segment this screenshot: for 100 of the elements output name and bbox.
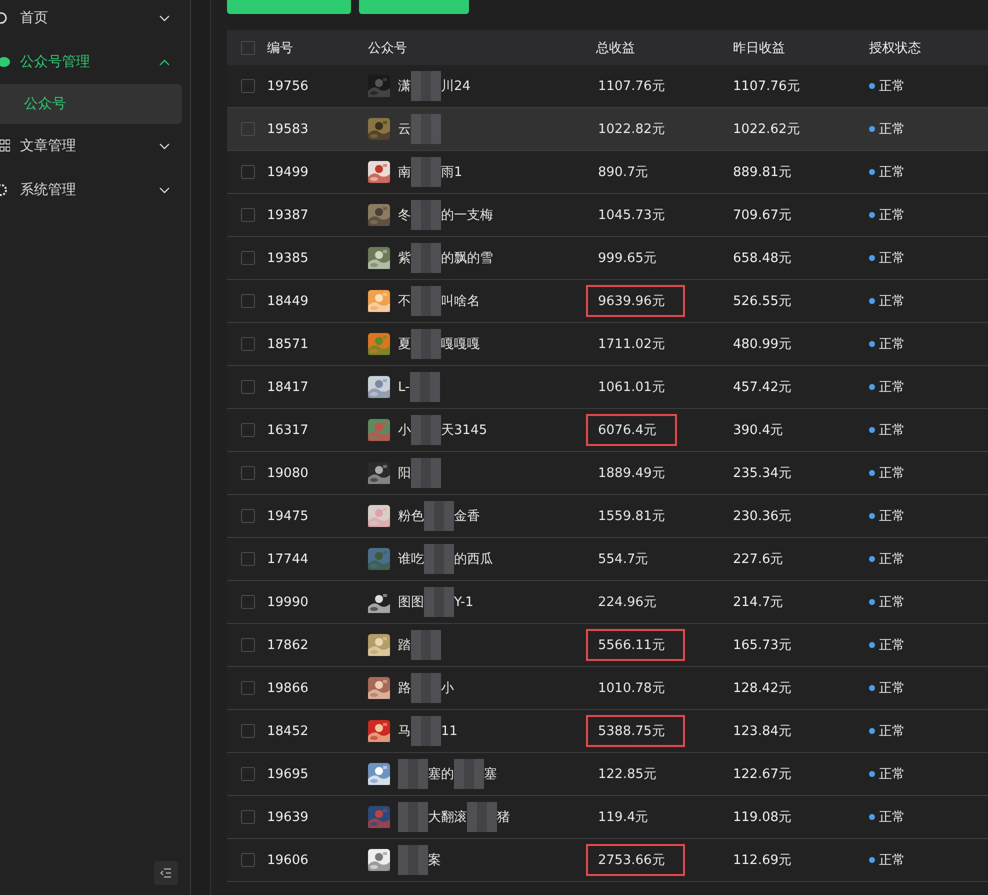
status-dot xyxy=(869,384,875,390)
settings-icon xyxy=(0,183,10,197)
account-name: 路 小 xyxy=(398,673,454,703)
row-checkbox[interactable] xyxy=(241,466,255,480)
status-dot xyxy=(869,513,875,519)
table-cell-text: 18449 xyxy=(267,294,310,308)
table-cell-text: 526.55元 xyxy=(733,293,792,310)
status-dot xyxy=(869,341,875,347)
row-checkbox[interactable] xyxy=(241,724,255,738)
table-cell-text: 19475 xyxy=(267,508,310,524)
status-dot xyxy=(869,642,875,648)
row-checkbox[interactable] xyxy=(241,208,255,222)
table-cell: 9639.96元 xyxy=(586,285,685,317)
row-checkbox[interactable] xyxy=(241,122,255,136)
status-dot xyxy=(869,83,875,89)
menu-item[interactable]: 首页 xyxy=(0,0,190,40)
submenu-item[interactable]: 公众号 xyxy=(0,84,182,124)
menu-item[interactable]: 文章管理 xyxy=(0,124,190,168)
collapse-button[interactable] xyxy=(154,861,178,885)
menu-item[interactable]: 公众号管理 xyxy=(0,40,190,84)
table-cell-text: 1711.02元 xyxy=(597,336,666,354)
chevron-icon xyxy=(159,186,170,194)
row-checkbox[interactable] xyxy=(241,509,255,523)
status-text: 正常 xyxy=(879,422,905,439)
table-cell-text: 227.6元 xyxy=(733,551,784,568)
account-name: 踏 xyxy=(398,630,441,660)
chevron-icon xyxy=(159,14,170,22)
account-name: 夏 嘎嘎嘎 xyxy=(398,329,480,359)
table-cell-text: 709.67元 xyxy=(733,207,792,224)
table-cell-text: 1010.78元 xyxy=(597,680,666,698)
table-cell-text: 122.85元 xyxy=(597,766,658,784)
row-checkbox[interactable] xyxy=(241,294,255,308)
account-name: 谁吃 的西瓜 xyxy=(398,544,493,574)
status-dot xyxy=(869,728,875,734)
row-checkbox[interactable] xyxy=(241,423,255,437)
table-cell-text: 19990 xyxy=(267,594,310,610)
status-dot xyxy=(869,212,875,218)
table-cell-text: 122.67元 xyxy=(733,766,792,783)
table-cell-text: 658.48元 xyxy=(733,250,792,267)
table-cell: 6076.4元 xyxy=(586,414,676,446)
status-text: 正常 xyxy=(879,164,905,181)
row-checkbox[interactable] xyxy=(241,251,255,265)
table-cell-text: 119.08元 xyxy=(733,809,792,826)
table-cell-text: 17744 xyxy=(267,552,310,566)
table-cell-text: 457.42元 xyxy=(733,379,792,396)
table-cell-text: 235.34元 xyxy=(733,465,792,482)
status-text: 正常 xyxy=(879,508,905,525)
table-cell-text: 1045.73元 xyxy=(597,207,666,225)
table-cell-text: 1022.82元 xyxy=(597,121,666,139)
status-text: 正常 xyxy=(879,121,905,138)
status-dot xyxy=(869,685,875,691)
table-cell-text: 1559.81元 xyxy=(597,508,666,526)
table-cell-text: 554.7元 xyxy=(597,551,650,569)
account-name: 粉色 金香 xyxy=(398,501,480,531)
table-cell-text: 230.36元 xyxy=(733,508,792,525)
status-dot xyxy=(869,169,875,175)
row-checkbox[interactable] xyxy=(241,853,255,867)
row-checkbox[interactable] xyxy=(241,767,255,781)
row-checkbox[interactable] xyxy=(241,380,255,394)
row-checkbox[interactable] xyxy=(241,79,255,93)
table-cell-text: 224.96元 xyxy=(597,594,658,612)
table-cell-text: 119.4元 xyxy=(597,809,650,827)
status-text: 正常 xyxy=(879,250,905,267)
account-name: 图图 Y-1 xyxy=(398,587,474,617)
status-text: 正常 xyxy=(879,293,905,310)
chevron-icon xyxy=(159,142,170,150)
row-checkbox[interactable] xyxy=(241,810,255,824)
menu-fold-icon xyxy=(160,868,172,878)
status-dot xyxy=(869,427,875,433)
row-checkbox[interactable] xyxy=(241,337,255,351)
table-cell: 5388.75元 xyxy=(586,715,685,747)
status-text: 正常 xyxy=(879,809,905,826)
account-name: 紫 的飘的雪 xyxy=(398,243,493,273)
menu-item[interactable]: 系统管理 xyxy=(0,168,190,212)
row-checkbox[interactable] xyxy=(241,552,255,566)
select-all-checkbox[interactable] xyxy=(241,40,255,54)
grid-icon xyxy=(0,139,10,153)
status-text: 正常 xyxy=(879,680,905,697)
row-checkbox[interactable] xyxy=(241,165,255,179)
status-dot xyxy=(869,255,875,261)
status-dot xyxy=(869,857,875,863)
row-checkbox[interactable] xyxy=(241,638,255,652)
status-dot xyxy=(869,470,875,476)
table-cell-text: 999.65元 xyxy=(597,250,658,268)
account-name: 不 叫啥名 xyxy=(398,286,480,316)
row-checkbox[interactable] xyxy=(241,681,255,695)
table-cell: 2753.66元 xyxy=(586,844,685,876)
account-name: 案 xyxy=(398,845,441,875)
status-text: 正常 xyxy=(879,336,905,353)
table-cell-text: 890.7元 xyxy=(597,164,650,182)
table-cell-text: 1061.01元 xyxy=(597,379,666,397)
status-text: 正常 xyxy=(879,551,905,568)
table-cell-text: 1022.62元 xyxy=(733,121,801,138)
chevron-icon xyxy=(159,58,170,66)
status-dot xyxy=(869,771,875,777)
row-checkbox[interactable] xyxy=(241,595,255,609)
table-cell-text: 19756 xyxy=(267,78,310,94)
account-name: L- xyxy=(398,372,440,402)
column-header: 公众号 xyxy=(368,40,408,56)
table-cell-text: 19866 xyxy=(267,680,310,696)
